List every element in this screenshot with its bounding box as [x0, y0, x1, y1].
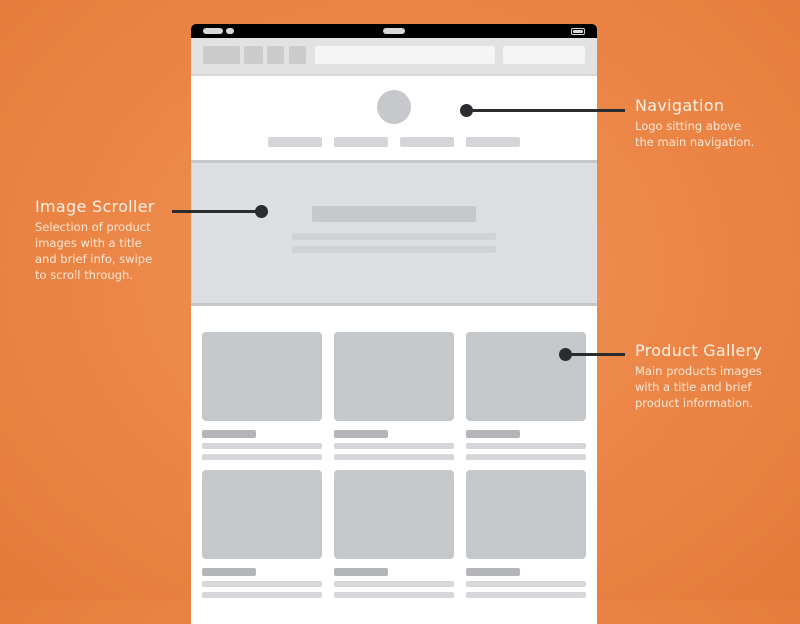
product-text-line — [466, 581, 586, 587]
product-text-line — [466, 592, 586, 598]
address-bar[interactable] — [315, 46, 495, 64]
image-scroller-label-title: Image Scroller — [35, 197, 155, 216]
search-field[interactable] — [503, 46, 585, 64]
product-text-line — [334, 581, 454, 587]
scroller-text-line — [292, 246, 496, 253]
product-title-placeholder — [466, 430, 520, 438]
product-text-line — [466, 454, 586, 460]
navigation-callout-line — [467, 109, 625, 112]
forward-button[interactable] — [244, 46, 263, 64]
product-card[interactable] — [202, 470, 322, 598]
image-scroller[interactable] — [191, 160, 597, 306]
wifi-indicator — [226, 28, 234, 34]
product-title-placeholder — [202, 568, 256, 576]
description-line: to scroll through. — [35, 268, 133, 282]
product-card[interactable] — [334, 332, 454, 460]
product-gallery-label-title: Product Gallery — [635, 341, 763, 360]
status-bar — [191, 24, 597, 38]
description-line: product information. — [635, 396, 753, 410]
description-line: Selection of product — [35, 220, 151, 234]
navigation-label: Navigation Logo sitting above the main n… — [635, 96, 754, 150]
browser-toolbar — [191, 38, 597, 76]
logo-placeholder[interactable] — [377, 90, 411, 124]
signal-indicator — [203, 28, 223, 34]
product-title-placeholder — [202, 430, 256, 438]
site-header — [191, 76, 597, 160]
product-text-line — [334, 454, 454, 460]
navigation-callout-dot — [460, 104, 473, 117]
description-line: and brief info, swipe — [35, 252, 153, 266]
image-scroller-label-description: Selection of product images with a title… — [35, 219, 155, 283]
nav-item-2[interactable] — [334, 137, 388, 147]
description-line: with a title and brief — [635, 380, 752, 394]
nav-item-3[interactable] — [400, 137, 454, 147]
product-image-placeholder — [202, 332, 322, 421]
product-title-placeholder — [466, 568, 520, 576]
product-text-line — [334, 592, 454, 598]
image-scroller-label: Image Scroller Selection of product imag… — [35, 197, 155, 283]
scroller-text-line — [292, 233, 496, 240]
product-text-line — [202, 592, 322, 598]
product-gallery-callout-line — [565, 353, 625, 356]
product-image-placeholder — [334, 470, 454, 559]
description-line: Logo sitting above — [635, 119, 742, 133]
product-gallery-label: Product Gallery Main products images wit… — [635, 341, 762, 411]
product-gallery-callout-dot — [559, 348, 572, 361]
product-text-line — [202, 443, 322, 449]
product-title-placeholder — [334, 568, 388, 576]
nav-item-4[interactable] — [466, 137, 520, 147]
description-line: the main navigation. — [635, 135, 755, 149]
description-line: images with a title — [35, 236, 142, 250]
product-text-line — [202, 581, 322, 587]
mobile-wireframe — [191, 24, 597, 624]
navigation-label-description: Logo sitting above the main navigation. — [635, 118, 754, 150]
back-button[interactable] — [203, 46, 240, 64]
product-image-placeholder — [202, 470, 322, 559]
description-line: Main products images — [635, 364, 762, 378]
product-gallery-label-description: Main products images with a title and br… — [635, 363, 762, 411]
product-text-line — [334, 443, 454, 449]
product-image-placeholder — [334, 332, 454, 421]
product-image-placeholder — [466, 332, 586, 421]
product-card[interactable] — [334, 470, 454, 598]
product-card[interactable] — [466, 470, 586, 598]
image-scroller-callout-dot — [255, 205, 268, 218]
battery-icon — [571, 28, 585, 35]
product-gallery — [191, 306, 597, 624]
product-text-line — [466, 443, 586, 449]
share-button[interactable] — [289, 46, 306, 64]
scroller-title-placeholder — [312, 206, 476, 222]
reload-button[interactable] — [267, 46, 284, 64]
product-title-placeholder — [334, 430, 388, 438]
product-image-placeholder — [466, 470, 586, 559]
navigation-label-title: Navigation — [635, 96, 725, 115]
time-indicator — [383, 28, 405, 34]
product-card[interactable] — [202, 332, 322, 460]
product-text-line — [202, 454, 322, 460]
nav-item-1[interactable] — [268, 137, 322, 147]
image-scroller-callout-line — [172, 210, 262, 213]
